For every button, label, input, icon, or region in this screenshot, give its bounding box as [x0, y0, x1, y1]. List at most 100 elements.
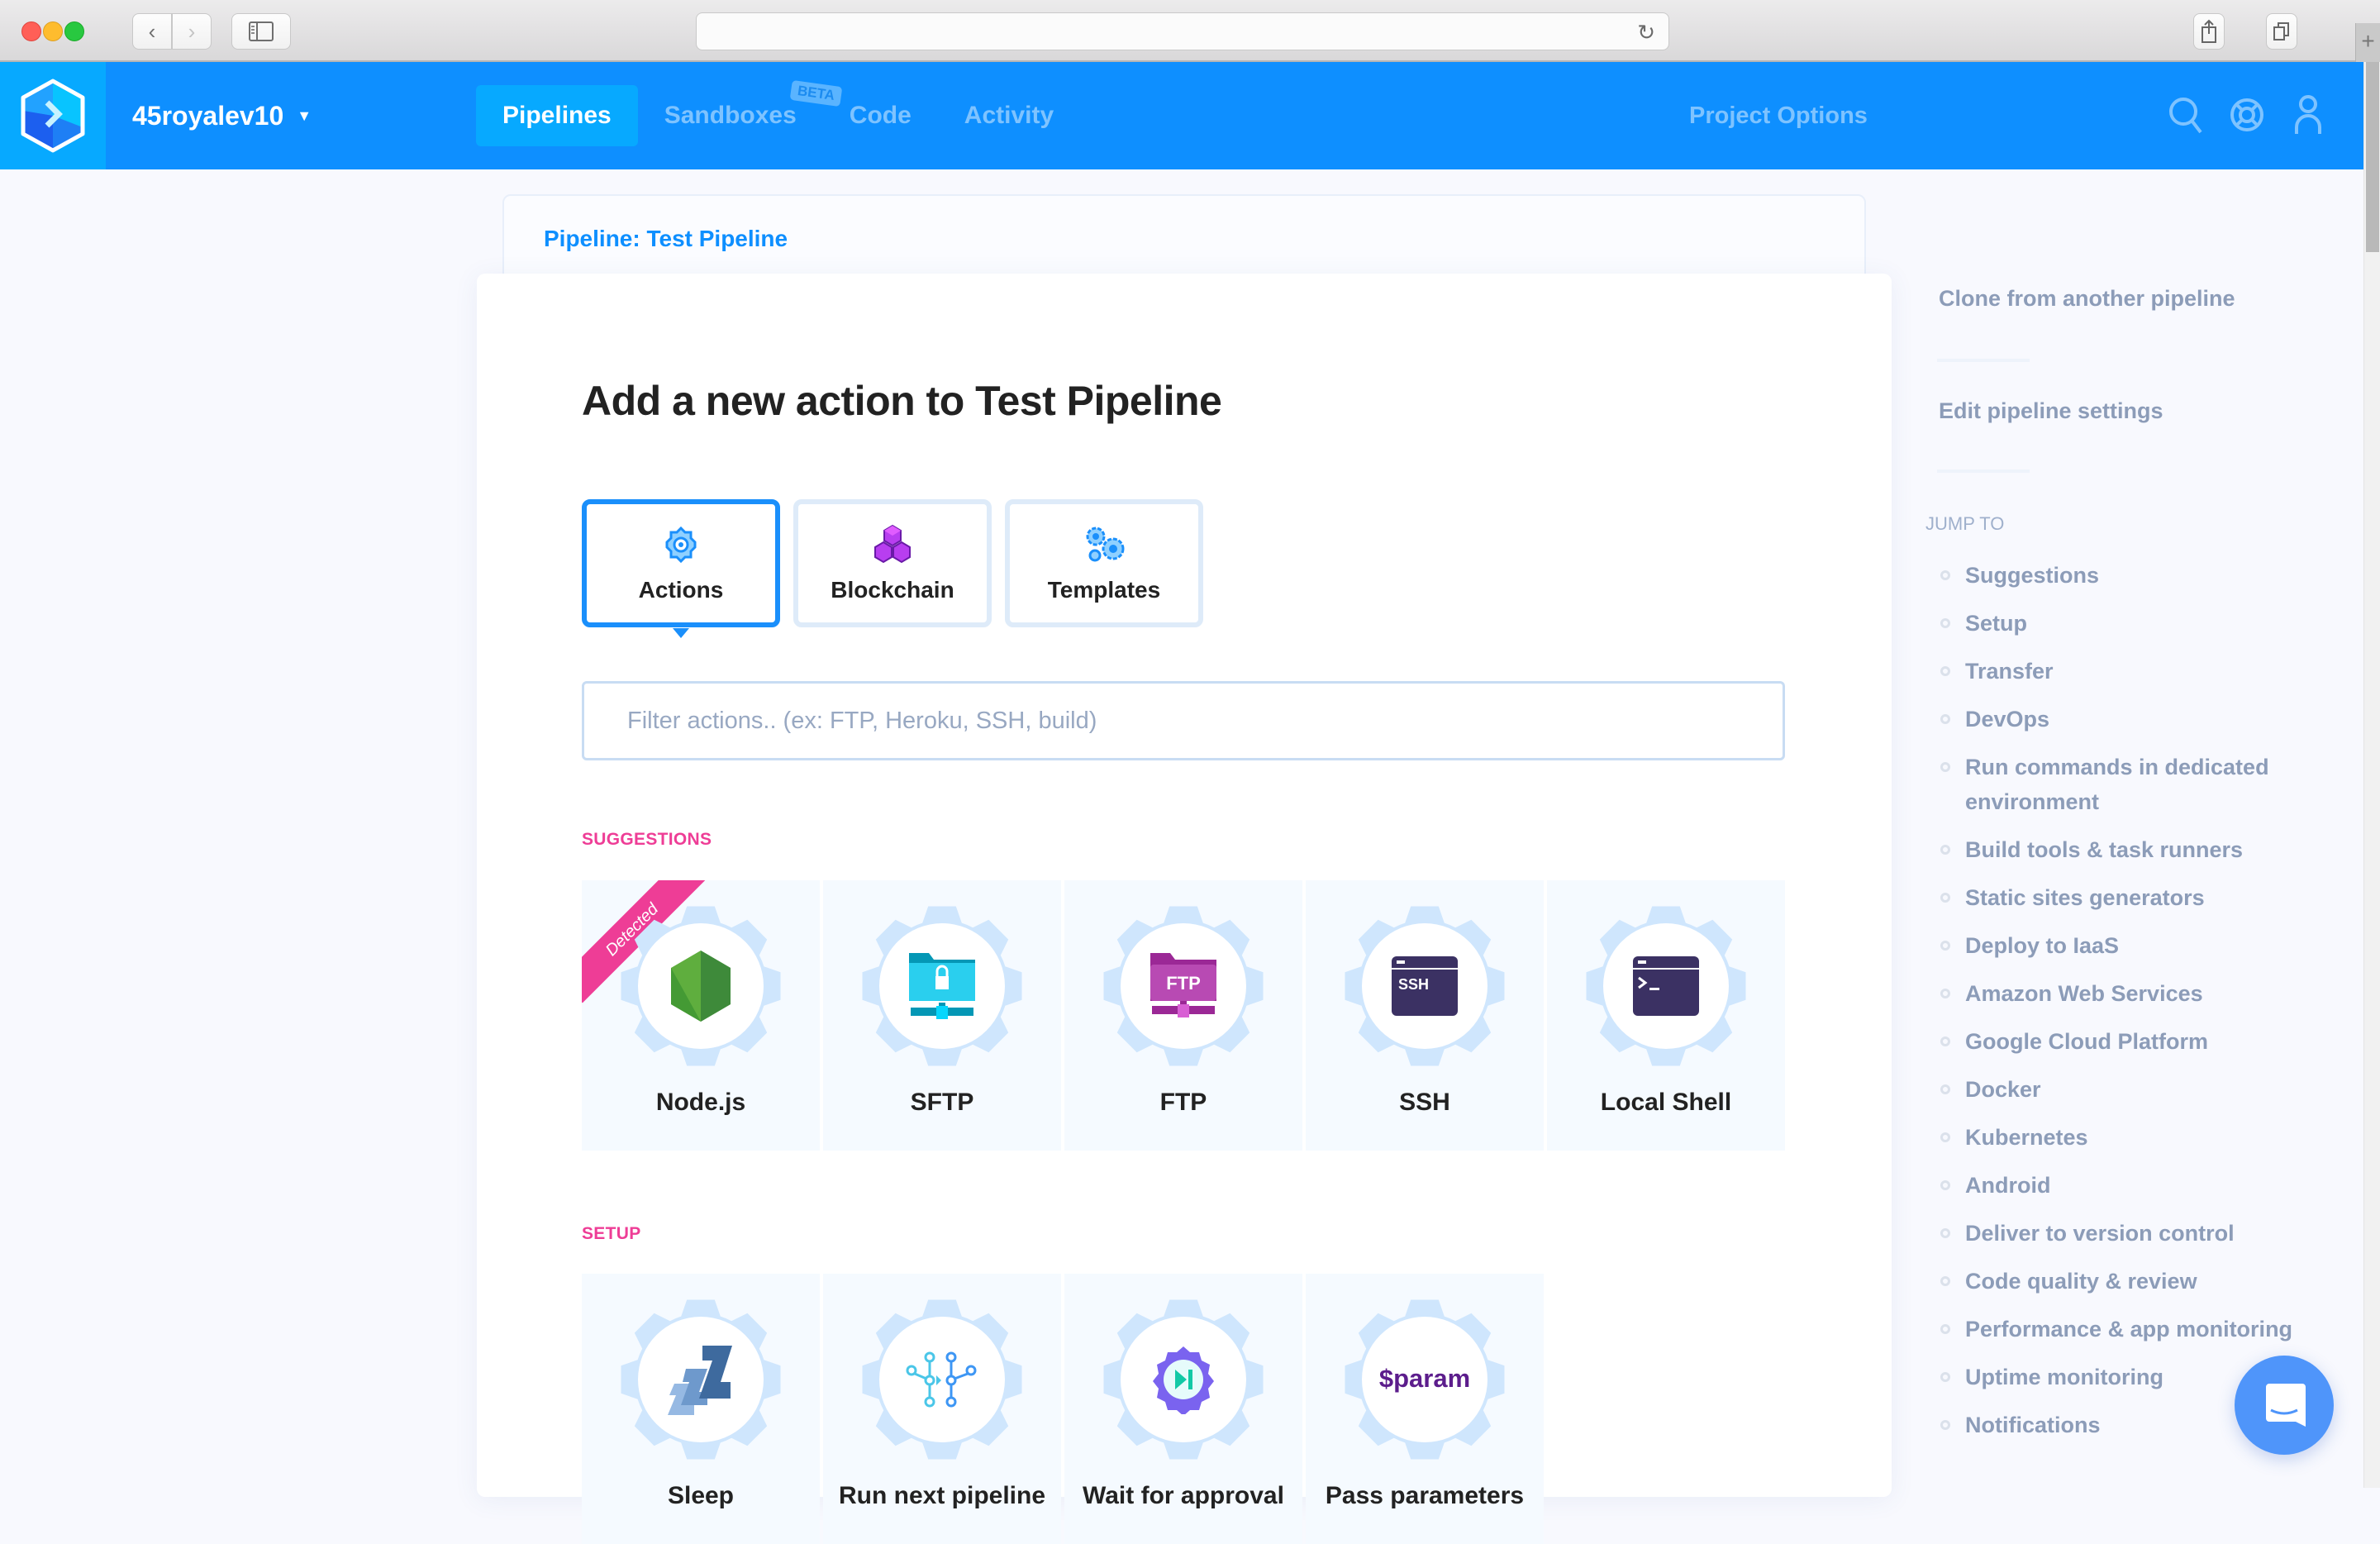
jump-to-item[interactable]: DevOps: [1940, 702, 2329, 736]
action-name: Run next pipeline: [838, 1482, 1046, 1509]
jump-to-item[interactable]: Code quality & review: [1940, 1264, 2329, 1299]
logo[interactable]: [0, 62, 106, 169]
jump-to-item[interactable]: Docker: [1940, 1072, 2329, 1107]
jump-to-item[interactable]: Google Cloud Platform: [1940, 1024, 2329, 1059]
jump-to-label: Google Cloud Platform: [1965, 1029, 2208, 1054]
tabs-icon: [2273, 22, 2289, 41]
jump-to-item[interactable]: Deploy to IaaS: [1940, 928, 2329, 963]
tabs-overview-button[interactable]: [2266, 13, 2297, 50]
jump-to-item[interactable]: Setup: [1940, 606, 2329, 641]
chat-widget-button[interactable]: [2235, 1356, 2334, 1455]
user-icon: [2295, 95, 2321, 134]
search-button[interactable]: [2167, 93, 2205, 136]
sftp-icon: [909, 953, 975, 1019]
address-bar[interactable]: ↻: [696, 12, 1669, 50]
jump-to-label: DevOps: [1965, 707, 2050, 731]
action-tile-nodejs[interactable]: Detected Node.js: [582, 880, 820, 1151]
help-button[interactable]: [2228, 93, 2266, 136]
nav-label: Activity: [964, 102, 1054, 129]
jump-to-item[interactable]: Suggestions: [1940, 558, 2329, 593]
bullet-icon: [1940, 1228, 1950, 1238]
share-button[interactable]: [2193, 13, 2225, 50]
user-menu-button[interactable]: [2289, 93, 2327, 136]
sidebar-toggle-button[interactable]: [231, 13, 291, 50]
action-tile-pass-parameters[interactable]: $param Pass parameters: [1306, 1274, 1544, 1544]
nav-code[interactable]: Code: [823, 85, 938, 146]
bullet-icon: [1940, 845, 1950, 855]
jump-to-item[interactable]: Deliver to version control: [1940, 1216, 2329, 1251]
tab-templates[interactable]: Templates: [1005, 499, 1203, 627]
bullet-icon: [1940, 1084, 1950, 1094]
page-title: Add a new action to Test Pipeline: [582, 378, 1222, 424]
blockchain-icon: [874, 524, 911, 563]
jump-to-label: Deploy to IaaS: [1965, 933, 2120, 958]
ssh-icon-text: SSH: [1398, 976, 1429, 993]
nav-sandboxes[interactable]: Sandboxes BETA: [638, 79, 843, 146]
jump-to-item[interactable]: Amazon Web Services: [1940, 976, 2329, 1011]
jump-to-item[interactable]: Static sites generators: [1940, 880, 2329, 915]
bullet-icon: [1940, 1420, 1950, 1430]
zoom-window-button[interactable]: [64, 21, 84, 41]
tab-actions[interactable]: Actions: [582, 499, 780, 638]
section-label-setup: SETUP: [582, 1224, 641, 1243]
project-switcher[interactable]: 45royalev10 ▼: [132, 62, 312, 169]
gears-icon: [1086, 527, 1125, 561]
jump-to-label: Setup: [1965, 611, 2028, 636]
close-window-button[interactable]: [21, 21, 41, 41]
ftp-icon: FTP: [1150, 953, 1216, 1017]
ftp-icon-text: FTP: [1166, 973, 1201, 994]
sleep-icon: [668, 1346, 732, 1415]
bullet-icon: [1940, 989, 1950, 998]
tab-blockchain[interactable]: Blockchain: [793, 499, 992, 627]
jump-to-item[interactable]: Android: [1940, 1168, 2329, 1203]
action-tile-local-shell[interactable]: Local Shell: [1547, 880, 1785, 1151]
filter-actions-input[interactable]: [582, 681, 1785, 760]
bullet-icon: [1940, 762, 1950, 772]
app-header: 45royalev10 ▼ Pipelines Sandboxes BETA Co…: [0, 62, 2363, 169]
jump-to-item[interactable]: Performance & app monitoring: [1940, 1312, 2329, 1346]
forward-button[interactable]: ›: [172, 13, 212, 50]
action-tile-sftp[interactable]: SFTP: [823, 880, 1061, 1151]
param-icon: $param: [1379, 1364, 1470, 1393]
page-scrollbar[interactable]: [2363, 62, 2380, 1488]
gear-icon: [665, 526, 697, 563]
suggestions-grid: Detected Node.js SFTP FTP FTP SSH SSH Lo…: [582, 880, 1785, 1151]
scrollbar-thumb[interactable]: [2366, 62, 2379, 252]
jump-to-heading: JUMP TO: [1925, 513, 2005, 534]
action-tile-ftp[interactable]: FTP FTP: [1064, 880, 1302, 1151]
jump-to-item[interactable]: Run commands in dedicated environment: [1940, 750, 2329, 819]
nav-activity[interactable]: Activity: [938, 85, 1080, 146]
action-name: Pass parameters: [1325, 1482, 1525, 1509]
header-icons: [2167, 93, 2327, 136]
nav-label: Pipelines: [502, 102, 612, 129]
jump-to-item[interactable]: Build tools & task runners: [1940, 832, 2329, 867]
terminal-icon: [1633, 956, 1699, 1016]
jump-to-item[interactable]: Kubernetes: [1940, 1120, 2329, 1155]
minimize-window-button[interactable]: [43, 21, 63, 41]
jump-to-label: Kubernetes: [1965, 1125, 2088, 1150]
jump-to-label: Amazon Web Services: [1965, 981, 2203, 1006]
jump-to-label: Build tools & task runners: [1965, 837, 2244, 862]
bullet-icon: [1940, 1036, 1950, 1046]
approval-icon: [1153, 1346, 1214, 1414]
action-name: SFTP: [910, 1089, 974, 1116]
action-tile-wait-for-approval[interactable]: Wait for approval: [1064, 1274, 1302, 1544]
jump-to-label: Run commands in dedicated environment: [1965, 755, 2269, 814]
project-options-link[interactable]: Project Options: [1689, 62, 1868, 169]
bullet-icon: [1940, 941, 1950, 951]
jump-to-list: Suggestions Setup Transfer DevOps Run comman…: [1940, 558, 2329, 1456]
search-icon: [2169, 98, 2202, 134]
jump-to-item[interactable]: Transfer: [1940, 654, 2329, 689]
edit-pipeline-settings-link[interactable]: Edit pipeline settings: [1939, 398, 2163, 424]
breadcrumb-pipeline-link[interactable]: Pipeline: Test Pipeline: [544, 226, 788, 252]
nav-label: Code: [849, 102, 912, 129]
new-tab-button[interactable]: +: [2355, 23, 2380, 62]
back-button[interactable]: ‹: [132, 13, 172, 50]
nav-pipelines[interactable]: Pipelines: [476, 85, 638, 146]
action-tile-sleep[interactable]: Sleep: [582, 1274, 820, 1544]
action-tile-ssh[interactable]: SSH SSH: [1306, 880, 1544, 1151]
action-tile-run-next-pipeline[interactable]: Run next pipeline: [823, 1274, 1061, 1544]
clone-pipeline-link[interactable]: Clone from another pipeline: [1939, 286, 2235, 312]
divider: [1937, 359, 2030, 362]
reload-icon[interactable]: ↻: [1637, 20, 1655, 45]
